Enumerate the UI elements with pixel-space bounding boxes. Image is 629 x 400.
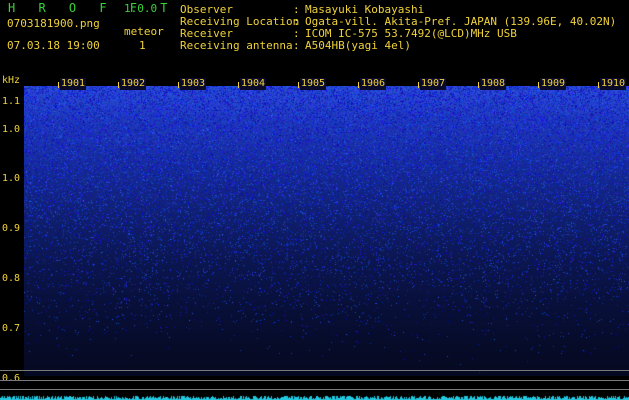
y-tick-label: 0.8 — [2, 273, 21, 284]
y-tick-label: 0.6 — [2, 373, 21, 384]
time-tick — [538, 82, 539, 88]
header-panel: H R O F F T 1.0.0 0703181900.png meteor … — [0, 0, 629, 77]
time-tick — [58, 82, 59, 88]
time-tick — [598, 82, 599, 88]
time-tick — [118, 82, 119, 88]
time-tick-label: 1906 — [360, 78, 387, 90]
time-tick — [478, 82, 479, 88]
time-tick-label: 1901 — [60, 78, 87, 90]
time-tick — [298, 82, 299, 88]
time-tick-label: 1907 — [420, 78, 447, 90]
signal-trace — [0, 393, 629, 400]
time-tick-label: 1904 — [240, 78, 267, 90]
time-tick — [238, 82, 239, 88]
time-tick-label: 1909 — [540, 78, 567, 90]
y-tick-label: 0.9 — [2, 223, 21, 234]
info-separator: : — [293, 39, 300, 52]
reference-line — [0, 370, 629, 371]
time-tick — [358, 82, 359, 88]
time-tick-label: 1903 — [180, 78, 207, 90]
spectrogram — [24, 86, 629, 376]
y-tick-label: 0.7 — [2, 323, 21, 334]
reference-line — [0, 380, 629, 381]
time-tick — [178, 82, 179, 88]
spectrogram-noise — [24, 86, 629, 376]
info-key: Receiving antenna — [180, 39, 293, 52]
time-tick-label: 1905 — [300, 78, 327, 90]
reference-line — [0, 389, 629, 390]
y-tick-label: 1.1 — [2, 96, 21, 107]
y-tick-label: 1.0 — [2, 173, 21, 184]
info-value: A504HB(yagi 4el) — [305, 39, 411, 52]
time-tick — [418, 82, 419, 88]
time-tick-label: 1910 — [600, 78, 627, 90]
time-tick-label: 1902 — [120, 78, 147, 90]
time-tick-label: 1908 — [480, 78, 507, 90]
y-tick-label: 1.0 — [2, 124, 21, 135]
info-row-antenna: Receiving antenna : A504HB(yagi 4el) — [0, 40, 629, 52]
frequency-unit-label: kHz — [2, 75, 21, 86]
